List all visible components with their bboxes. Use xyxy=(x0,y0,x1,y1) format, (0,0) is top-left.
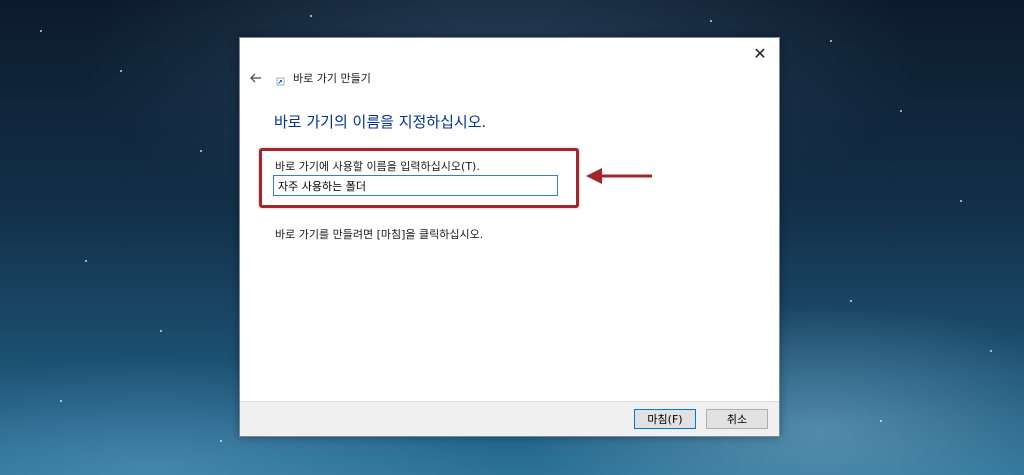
cancel-button[interactable]: 취소 xyxy=(706,409,768,429)
wizard-nav: 바로 가기 만들기 xyxy=(247,69,371,87)
page-heading: 바로 가기의 이름을 지정하십시오. xyxy=(274,113,487,131)
close-button[interactable]: ✕ xyxy=(747,42,773,64)
shortcut-name-input[interactable] xyxy=(273,175,558,196)
finish-instruction: 바로 가기를 만들려면 [마침]을 클릭하십시오. xyxy=(275,228,484,241)
finish-button[interactable]: 마침(F) xyxy=(634,409,696,429)
wizard-title: 바로 가기 만들기 xyxy=(293,72,371,85)
shortcut-icon xyxy=(275,72,287,86)
back-arrow-icon xyxy=(250,73,261,83)
back-button[interactable] xyxy=(247,69,265,87)
create-shortcut-dialog: ✕ 바로 가기 만들기 바로 가기의 이름을 지정하십시오. 바로 가기에 사용… xyxy=(239,37,780,437)
dialog-footer: 마침(F) 취소 xyxy=(240,401,779,436)
red-arrow-icon xyxy=(586,168,652,184)
name-field-label: 바로 가기에 사용할 이름을 입력하십시오(T). xyxy=(275,160,480,173)
close-icon: ✕ xyxy=(753,43,767,63)
